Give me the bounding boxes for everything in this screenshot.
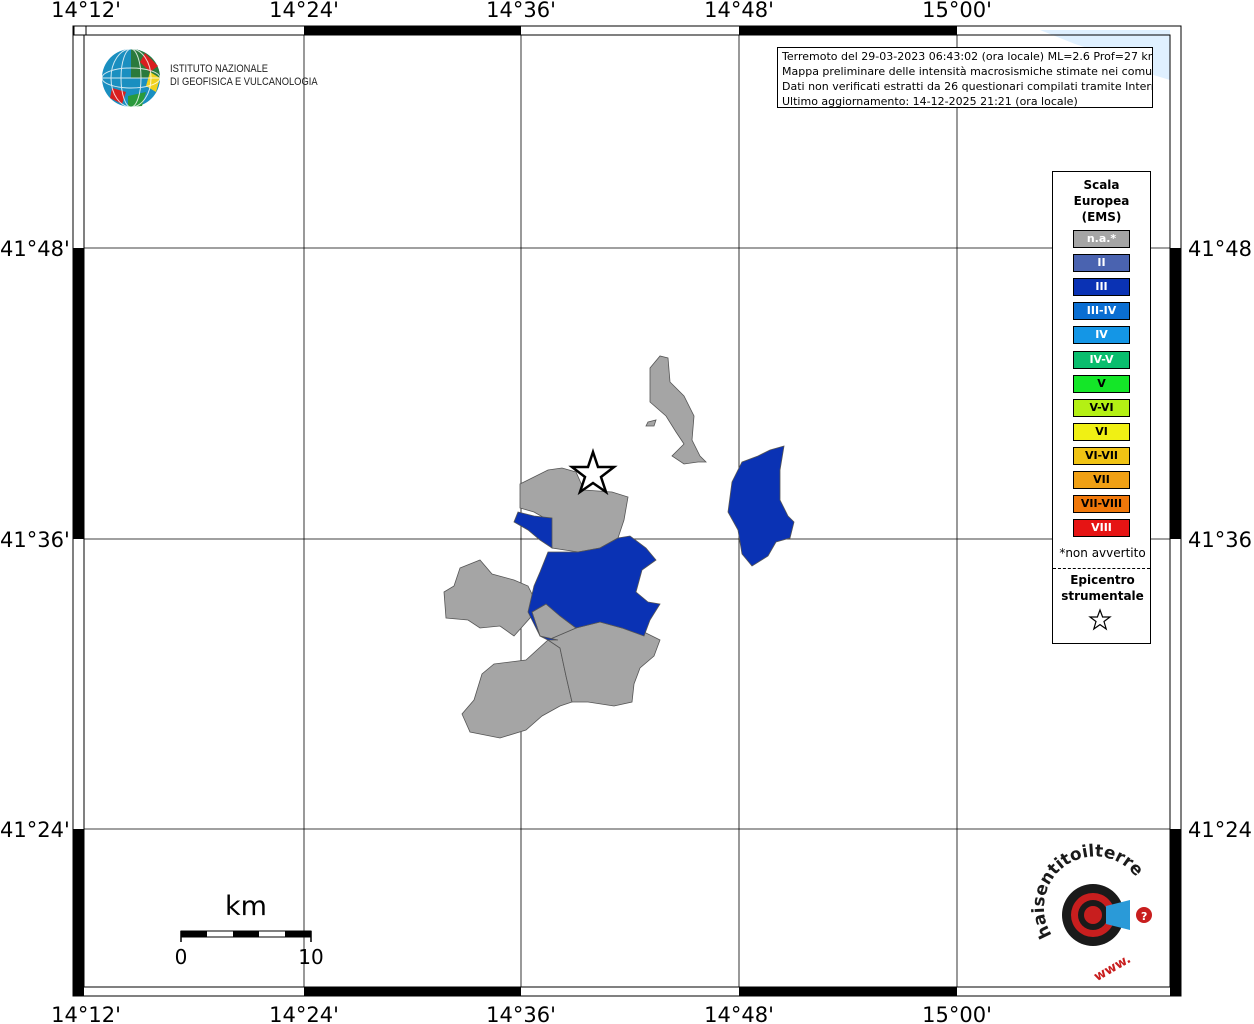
municipalities-not-felt: [443, 355, 707, 739]
latitude-labels-right: 41°48' 41°36' 41°24': [1188, 237, 1254, 842]
legend-entry: V-VI: [1073, 398, 1130, 417]
legend-entry: VII: [1073, 471, 1130, 489]
legend-entry: II: [1073, 254, 1130, 273]
lon-label-bottom-3: 14°36': [486, 1003, 556, 1024]
map-inner-frame: [83, 34, 1171, 988]
lon-label-top-2: 14°24': [269, 0, 339, 22]
ingv-name-line2: DI GEOFISICA E VULCANOLOGIA: [170, 76, 318, 88]
lon-label-top-1: 14°12': [51, 0, 121, 22]
lon-label-bottom-5: 15°00': [922, 1003, 992, 1024]
svg-text:haisentitoilterremoto.it: haisentitoilterremoto.it: [0, 0, 1147, 942]
legend-title: Scala Europea (EMS): [1053, 177, 1150, 225]
legend-star-icon: [1088, 608, 1112, 631]
legend-entry: VII-VIII: [1073, 495, 1130, 514]
legend-title-line1: Scala: [1083, 178, 1120, 192]
legend-epicenter-line2: strumentale: [1061, 589, 1144, 603]
legend-entry: VI-VII: [1073, 446, 1130, 465]
svg-text:www.: www.: [1091, 952, 1133, 985]
longitude-labels-bottom: 14°12' 14°24' 14°36' 14°48' 15°00': [51, 1003, 992, 1024]
lat-label-right-3: 41°24': [1188, 818, 1254, 842]
lon-label-bottom-1: 14°12': [51, 1003, 121, 1024]
legend-entry: IV: [1073, 326, 1130, 345]
legend-epicenter-label: Epicentro strumentale: [1053, 572, 1152, 604]
frame-bands: [73, 25, 1181, 996]
event-info-line2: Mappa preliminare delle intensità macros…: [782, 65, 1153, 78]
municipality-island-grey: [649, 355, 707, 465]
legend-separator: [1053, 568, 1150, 569]
municipality-east-blue: [727, 445, 795, 567]
watermark-text: haisentitoilterremoto.it: [0, 0, 1147, 942]
legend-title-line3: (EMS): [1081, 210, 1122, 224]
lon-label-top-5: 15°00': [922, 0, 992, 22]
ingv-logo: [101, 48, 161, 108]
event-info-box: Terremoto del 29-03-2023 06:43:02 (ora l…: [777, 47, 1153, 108]
legend-entry: III-IV: [1073, 302, 1130, 321]
lat-label-left-1: 41°48': [0, 237, 70, 261]
lon-label-top-3: 14°36': [486, 0, 556, 22]
lon-label-bottom-2: 14°24': [269, 1003, 339, 1024]
lat-label-right-1: 41°48': [1188, 237, 1254, 261]
ems-legend: Scala Europea (EMS) n.a.* II III III-IV IV IV…: [1052, 171, 1151, 644]
lat-label-left-2: 41°36': [0, 528, 70, 552]
event-info-line3: Dati non verificati estratti da 26 quest…: [782, 80, 1153, 93]
scale-bar-start: 0: [175, 945, 188, 969]
legend-entry: V: [1073, 374, 1130, 393]
municipality-west-grey: [443, 559, 537, 637]
municipality-dot-grey: [645, 419, 657, 427]
lon-label-top-4: 14°48': [704, 0, 774, 22]
legend-entry: VIII: [1073, 519, 1130, 538]
municipality-north-grey: [519, 467, 629, 553]
latitude-labels-left: 41°48' 41°36' 41°24': [0, 237, 70, 842]
legend-entry: IV-V: [1073, 350, 1130, 369]
legend-entry: III: [1073, 278, 1130, 297]
municipality-west-blue: [513, 511, 553, 549]
scale-bar-unit: km: [225, 891, 267, 922]
graticule: [84, 35, 1170, 987]
event-info-line4: Ultimo aggiornamento: 14-12-2025 21:21 (…: [782, 95, 1078, 108]
lon-label-bottom-4: 14°48': [704, 1003, 774, 1024]
longitude-labels-top: 14°12' 14°24' 14°36' 14°48' 15°00': [51, 0, 992, 22]
svg-text:?: ?: [1141, 910, 1147, 923]
legend-entry: n.a.*: [1073, 230, 1130, 248]
scale-bar-end: 10: [298, 945, 323, 969]
map-frame: [72, 25, 1182, 997]
legend-note: *non avvertito: [1059, 546, 1146, 560]
legend-entry: VI: [1073, 422, 1130, 441]
scale-bar: [180, 930, 312, 942]
event-info-line1: Terremoto del 29-03-2023 06:43:02 (ora l…: [782, 50, 1153, 63]
lat-label-left-3: 41°24': [0, 818, 70, 842]
ingv-name: ISTITUTO NAZIONALE DI GEOFISICA E VULCAN…: [170, 63, 318, 89]
ingv-name-line1: ISTITUTO NAZIONALE: [170, 63, 269, 75]
lat-label-right-2: 41°36': [1188, 528, 1254, 552]
legend-epicenter-line1: Epicentro: [1070, 573, 1135, 587]
municipality-south-grey: [461, 639, 573, 739]
legend-title-line2: Europea: [1073, 194, 1130, 208]
